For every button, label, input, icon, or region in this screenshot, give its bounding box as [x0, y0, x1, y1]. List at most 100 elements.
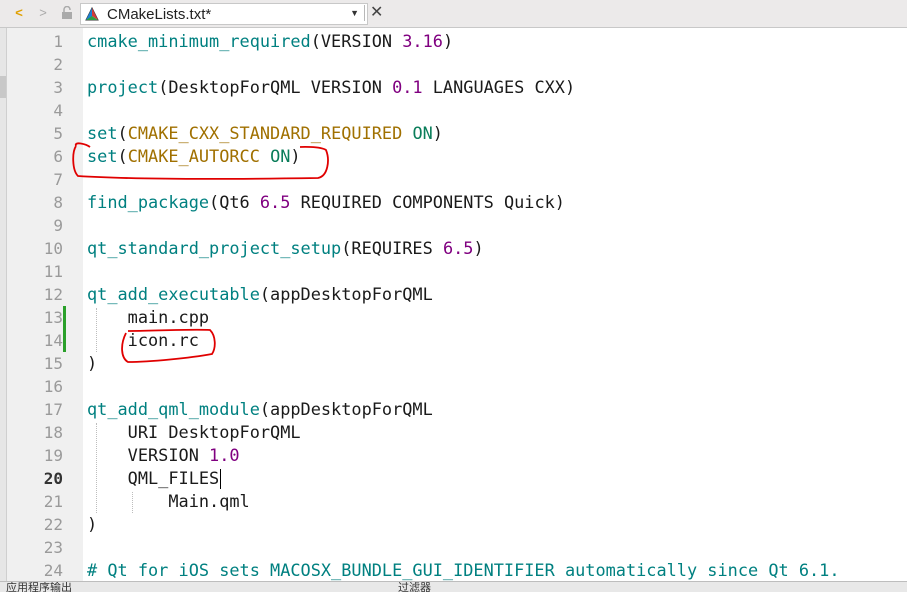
- line-number: 4: [53, 101, 63, 120]
- token-text: ): [87, 514, 98, 534]
- code-line-6[interactable]: set(CMAKE_AUTORCC ON): [87, 145, 301, 168]
- token-text: (Qt6: [209, 192, 260, 212]
- token-text: VERSION: [87, 445, 210, 465]
- token-function: set: [87, 123, 118, 143]
- line-number: 1: [53, 32, 63, 51]
- token-variable: CMAKE_AUTORCC: [127, 146, 260, 166]
- line-number: 8: [53, 193, 63, 212]
- line-number: 9: [53, 216, 63, 235]
- code-line-12[interactable]: qt_add_executable(appDesktopForQML: [87, 283, 433, 306]
- token-text: REQUIRED COMPONENTS Quick): [290, 192, 565, 212]
- indent-guide: [132, 492, 133, 513]
- line-number: 17: [43, 400, 63, 419]
- line-number: 11: [43, 262, 63, 281]
- token-text: ): [432, 123, 443, 143]
- token-number: 0.1: [392, 77, 423, 97]
- line-number-gutter: 1 2 3 4 5 6 7 8 9 10 11 12 13 14 15 16 17 18 19 20 21 22 23 24: [7, 28, 83, 581]
- bottom-output-bar: 应用程序输出 过滤器: [0, 581, 907, 592]
- indent-guide: [96, 308, 97, 352]
- token-text: (appDesktopForQML: [259, 399, 433, 419]
- code-line-18[interactable]: URI DesktopForQML: [87, 421, 301, 444]
- close-document-icon[interactable]: ✕: [370, 4, 383, 22]
- token-text: (appDesktopForQML: [259, 284, 433, 304]
- token-text: ): [290, 146, 301, 166]
- token-text: (VERSION: [310, 31, 403, 51]
- token-function: qt_add_qml_module: [87, 399, 260, 419]
- line-number: 5: [53, 124, 63, 143]
- left-panel-marker: [0, 76, 6, 98]
- cmake-file-icon: [85, 6, 99, 21]
- token-number: 3.16: [402, 31, 443, 51]
- code-line-3[interactable]: project(DesktopForQML VERSION 0.1 LANGUA…: [87, 76, 575, 99]
- line-number: 21: [43, 492, 63, 511]
- code-line-5[interactable]: set(CMAKE_CXX_STANDARD_REQUIRED ON): [87, 122, 443, 145]
- token-text: Main.qml: [87, 491, 250, 511]
- token-function: project: [87, 77, 159, 97]
- code-line-21[interactable]: Main.qml: [87, 490, 250, 513]
- token-function: find_package: [87, 192, 210, 212]
- indent-guide: [96, 423, 97, 513]
- line-number: 10: [43, 239, 63, 258]
- left-panel-edge: [0, 28, 7, 581]
- token-text: LANGUAGES CXX): [422, 77, 576, 97]
- token-number: 6.5: [442, 238, 474, 258]
- token-number: 6.5: [259, 192, 291, 212]
- line-number: 2: [53, 55, 63, 74]
- token-text: ): [473, 238, 484, 258]
- token-text: URI DesktopForQML: [87, 422, 301, 442]
- toolbar-separator: [364, 5, 365, 21]
- token-variable: CMAKE_CXX_STANDARD_REQUIRED: [127, 123, 403, 143]
- token-text: QML_FILES: [87, 468, 220, 488]
- code-line-14[interactable]: icon.rc: [87, 329, 199, 352]
- code-editor[interactable]: cmake_minimum_required(VERSION 3.16) pro…: [87, 28, 907, 581]
- token-function: cmake_minimum_required: [87, 31, 311, 51]
- open-document-selector[interactable]: CMakeLists.txt* ▼: [80, 3, 368, 25]
- line-number: 7: [53, 170, 63, 189]
- forward-arrow-icon[interactable]: >: [36, 6, 50, 20]
- line-number: 6: [53, 147, 63, 166]
- text-cursor: [220, 469, 222, 489]
- token-on-value: ON: [270, 146, 291, 166]
- code-line-10[interactable]: qt_standard_project_setup(REQUIRES 6.5): [87, 237, 484, 260]
- token-text: main.cpp: [87, 307, 210, 327]
- token-text: (: [117, 146, 128, 166]
- token-comment: # Qt for iOS sets MACOSX_BUNDLE_GUI_IDEN…: [87, 560, 840, 580]
- code-line-20[interactable]: QML_FILES: [87, 467, 222, 490]
- token-function: set: [87, 146, 118, 166]
- token-on-value: ON: [412, 123, 433, 143]
- line-number: 15: [43, 354, 63, 373]
- token-text: (REQUIRES: [341, 238, 443, 258]
- line-number: 23: [43, 538, 63, 557]
- line-number: 24: [43, 561, 63, 580]
- editor-tab-bar: < > CMakeLists.txt* ▼ ✕: [0, 0, 907, 28]
- code-line-17[interactable]: qt_add_qml_module(appDesktopForQML: [87, 398, 433, 421]
- document-filename: CMakeLists.txt*: [107, 6, 212, 23]
- code-line-24[interactable]: # Qt for iOS sets MACOSX_BUNDLE_GUI_IDEN…: [87, 559, 840, 582]
- line-number: 20: [43, 469, 63, 488]
- token-text: ): [87, 353, 98, 373]
- code-line-22[interactable]: ): [87, 513, 97, 536]
- token-function: qt_standard_project_setup: [87, 238, 342, 258]
- line-number: 13: [43, 308, 63, 327]
- line-number: 19: [43, 446, 63, 465]
- code-line-13[interactable]: main.cpp: [87, 306, 209, 329]
- token-number: 1.0: [209, 445, 240, 465]
- token-text: icon.rc: [87, 330, 199, 350]
- line-number: 16: [43, 377, 63, 396]
- line-number: 18: [43, 423, 63, 442]
- token-text: (: [117, 123, 128, 143]
- line-number: 3: [53, 78, 63, 97]
- back-arrow-icon[interactable]: <: [12, 6, 26, 20]
- code-line-19[interactable]: VERSION 1.0: [87, 444, 240, 467]
- token-text: ): [442, 31, 454, 51]
- code-line-15[interactable]: ): [87, 352, 97, 375]
- dropdown-arrow-icon[interactable]: ▼: [350, 8, 359, 18]
- output-pane-label[interactable]: 应用程序输出: [6, 582, 72, 592]
- filter-input[interactable]: 过滤器: [398, 582, 431, 592]
- line-number: 22: [43, 515, 63, 534]
- code-line-1[interactable]: cmake_minimum_required(VERSION 3.16): [87, 30, 453, 53]
- code-line-8[interactable]: find_package(Qt6 6.5 REQUIRED COMPONENTS…: [87, 191, 565, 214]
- lock-icon[interactable]: [60, 5, 74, 20]
